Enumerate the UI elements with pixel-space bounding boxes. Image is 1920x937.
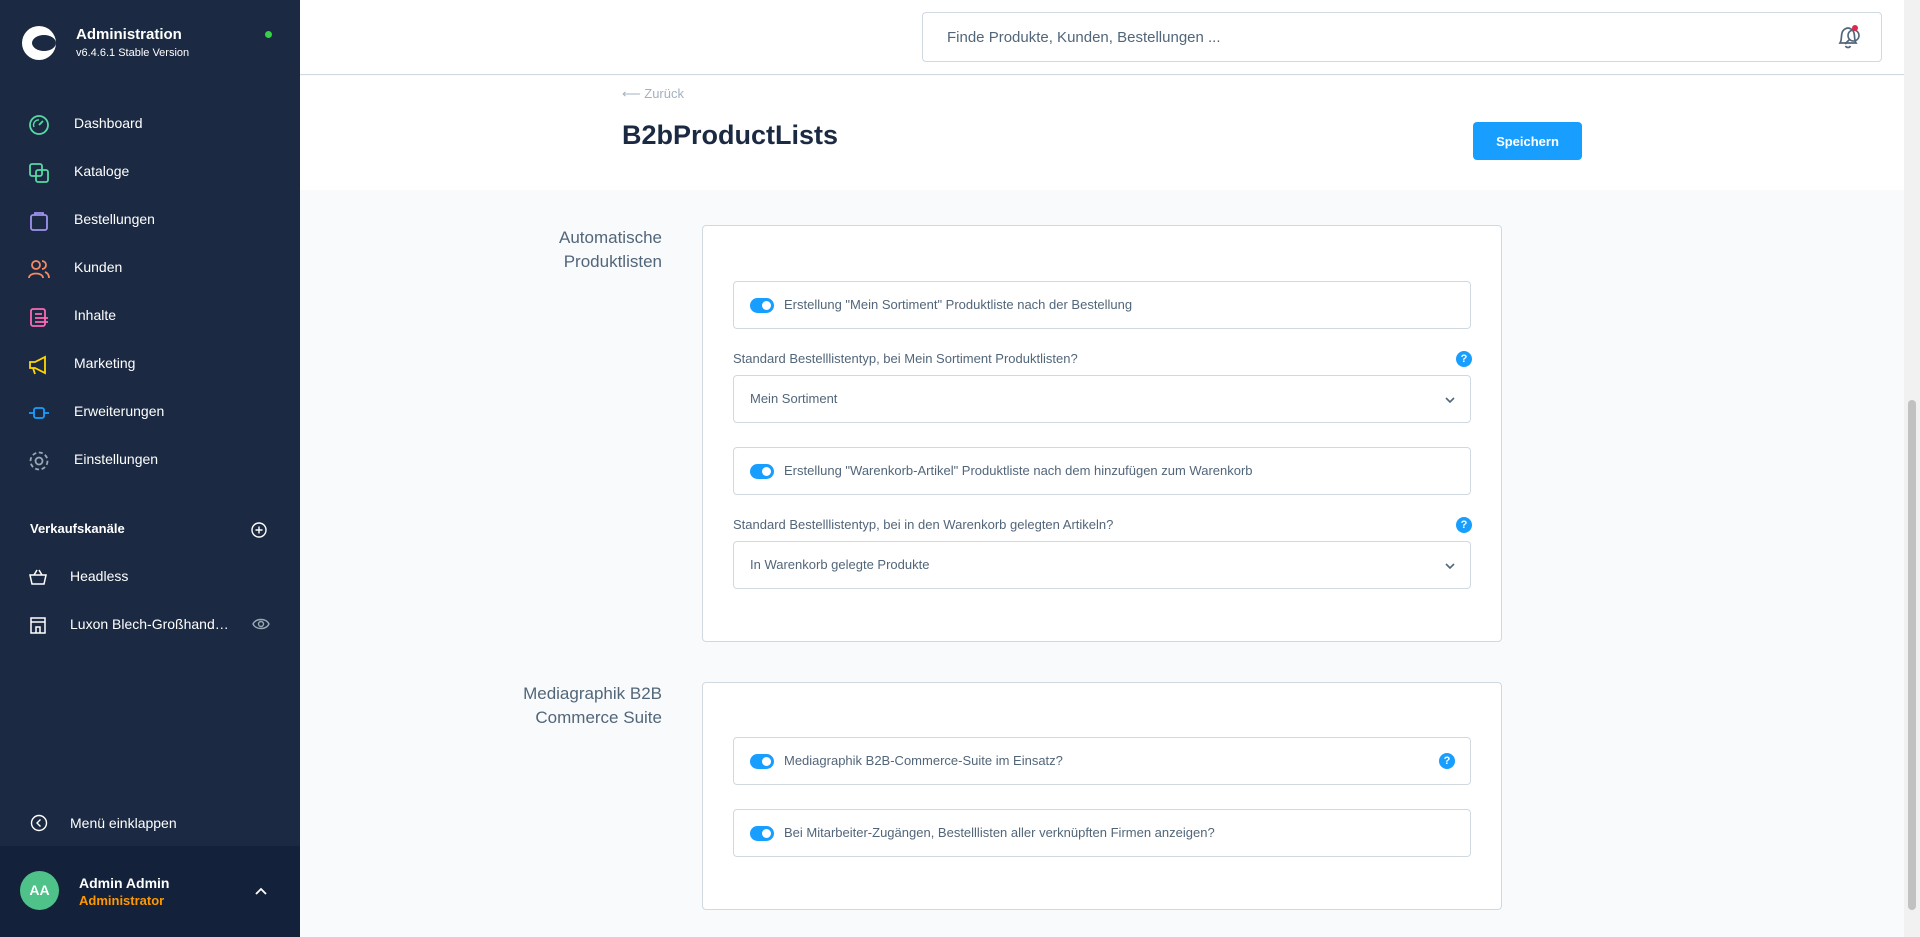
- toggle-mein-sortiment[interactable]: [750, 298, 774, 313]
- sales-channel-label: Luxon Blech-Großhandel GmbH: [70, 616, 234, 632]
- select-list-type-cart[interactable]: In Warenkorb gelegte Produkte: [733, 541, 1471, 589]
- nav-label-customers: Kunden: [74, 259, 123, 275]
- avatar: AA: [20, 871, 59, 910]
- customers-icon: [28, 260, 50, 279]
- help-icon[interactable]: ?: [1456, 517, 1472, 533]
- nav-item-catalog[interactable]: Kataloge: [0, 148, 300, 196]
- group-label-line: Produktlisten: [563, 252, 662, 271]
- sales-channel-headless[interactable]: Headless: [0, 555, 300, 595]
- field-label-list-type-cart: Standard Bestelllistentyp, bei in den Wa…: [733, 517, 1114, 532]
- scrollbar-thumb[interactable]: [1908, 400, 1916, 910]
- page-header: ⟵ Zurück B2bProductLists Speichern: [300, 76, 1904, 190]
- arrow-left-icon: ⟵: [622, 86, 645, 101]
- nav-label-catalog: Kataloge: [74, 163, 130, 179]
- back-link[interactable]: ⟵ Zurück: [622, 86, 684, 102]
- toggle-row-mein-sortiment: Erstellung "Mein Sortiment" Produktliste…: [733, 281, 1471, 329]
- eye-icon[interactable]: [252, 617, 270, 631]
- nav-label-orders: Bestellungen: [74, 211, 155, 227]
- sales-channels-title: Verkaufskanäle: [30, 521, 125, 536]
- card-auto-lists: Erstellung "Mein Sortiment" Produktliste…: [702, 225, 1502, 642]
- brand-title: Administration: [76, 26, 182, 43]
- nav-label-dashboard: Dashboard: [74, 115, 143, 131]
- toggle-suite-active[interactable]: [750, 754, 774, 769]
- page-scrollbar[interactable]: [1904, 0, 1920, 937]
- content-icon: [30, 308, 48, 327]
- nav-label-content: Inhalte: [74, 307, 117, 323]
- toggle-row-warenkorb: Erstellung "Warenkorb-Artikel" Produktli…: [733, 447, 1471, 495]
- group-label-line: Commerce Suite: [535, 708, 662, 727]
- sidebar: Administration v6.4.6.1 Stable Version D…: [0, 0, 300, 937]
- notification-bell-icon[interactable]: [1836, 24, 1860, 50]
- user-panel[interactable]: AA Admin Admin Administrator: [0, 846, 300, 937]
- sales-channel-luxon[interactable]: Luxon Blech-Großhandel GmbH: [0, 603, 300, 643]
- toggle-warenkorb[interactable]: [750, 464, 774, 479]
- nav-item-extensions[interactable]: Erweiterungen: [0, 388, 300, 436]
- select-list-type-sortiment[interactable]: Mein Sortiment: [733, 375, 1471, 423]
- group-label-commerce-suite: Mediagraphik B2B Commerce Suite: [412, 682, 662, 730]
- collapse-menu-label: Menü einklappen: [70, 815, 177, 831]
- search-input[interactable]: [947, 27, 1827, 47]
- nav-item-content[interactable]: Inhalte: [0, 292, 300, 340]
- sales-channel-label: Headless: [70, 568, 129, 584]
- top-bar: [300, 0, 1904, 75]
- group-label-line: Mediagraphik B2B: [523, 684, 662, 703]
- chevron-up-icon[interactable]: [254, 884, 268, 898]
- nav-item-marketing[interactable]: Marketing: [0, 340, 300, 388]
- help-icon[interactable]: ?: [1439, 753, 1455, 769]
- nav-label-settings: Einstellungen: [74, 451, 159, 467]
- back-link-label: Zurück: [644, 86, 684, 101]
- chevron-down-icon: [1445, 563, 1455, 570]
- save-button[interactable]: Speichern: [1473, 122, 1582, 160]
- nav-label-extensions: Erweiterungen: [74, 403, 165, 419]
- help-icon[interactable]: ?: [1456, 351, 1472, 367]
- chevron-down-icon: [1445, 397, 1455, 404]
- toggle-employee-lists[interactable]: [750, 826, 774, 841]
- nav-label-marketing: Marketing: [74, 355, 136, 371]
- brand: Administration v6.4.6.1 Stable Version: [0, 0, 300, 88]
- shopware-logo: [22, 26, 56, 60]
- card-commerce-suite: Mediagraphik B2B-Commerce-Suite im Einsa…: [702, 682, 1502, 910]
- catalog-icon: [29, 163, 49, 183]
- nav-item-dashboard[interactable]: Dashboard: [0, 100, 300, 148]
- user-role: Administrator: [79, 893, 165, 908]
- toggle-label: Mediagraphik B2B-Commerce-Suite im Einsa…: [784, 753, 1063, 768]
- dashboard-icon: [29, 115, 49, 135]
- marketing-icon: [29, 355, 46, 375]
- settings-icon: [29, 451, 49, 471]
- toggle-row-suite-active: Mediagraphik B2B-Commerce-Suite im Einsa…: [733, 737, 1471, 785]
- nav-item-orders[interactable]: Bestellungen: [0, 196, 300, 244]
- add-sales-channel-icon[interactable]: [251, 522, 267, 538]
- select-value: Mein Sortiment: [750, 391, 838, 406]
- toggle-label: Bei Mitarbeiter-Zugängen, Bestelllisten …: [784, 825, 1215, 840]
- page-title: B2bProductLists: [622, 120, 839, 150]
- toggle-label: Erstellung "Warenkorb-Artikel" Produktli…: [784, 463, 1253, 478]
- group-label-auto-lists: Automatische Produktlisten: [412, 226, 662, 274]
- select-value: In Warenkorb gelegte Produkte: [750, 557, 930, 572]
- collapse-menu[interactable]: Menü einklappen: [0, 806, 300, 840]
- field-label-list-type-sortiment: Standard Bestelllistentyp, bei Mein Sort…: [733, 351, 1078, 366]
- search-bar[interactable]: [922, 12, 1882, 62]
- toggle-label: Erstellung "Mein Sortiment" Produktliste…: [784, 297, 1133, 312]
- chevron-left-circle-icon: [30, 814, 48, 832]
- toggle-row-employee-lists: Bei Mitarbeiter-Zugängen, Bestelllisten …: [733, 809, 1471, 857]
- basket-icon: [29, 569, 47, 585]
- nav-item-customers[interactable]: Kunden: [0, 244, 300, 292]
- nav-item-settings[interactable]: Einstellungen: [0, 436, 300, 484]
- group-label-line: Automatische: [559, 228, 662, 247]
- user-name: Admin Admin: [79, 875, 170, 891]
- extensions-icon: [29, 407, 49, 419]
- status-indicator: [265, 31, 272, 38]
- main-nav: Dashboard Kataloge Bestellungen Kunden I…: [0, 100, 300, 484]
- brand-version: v6.4.6.1 Stable Version: [76, 47, 190, 59]
- storefront-icon: [30, 617, 46, 634]
- orders-icon: [30, 212, 48, 231]
